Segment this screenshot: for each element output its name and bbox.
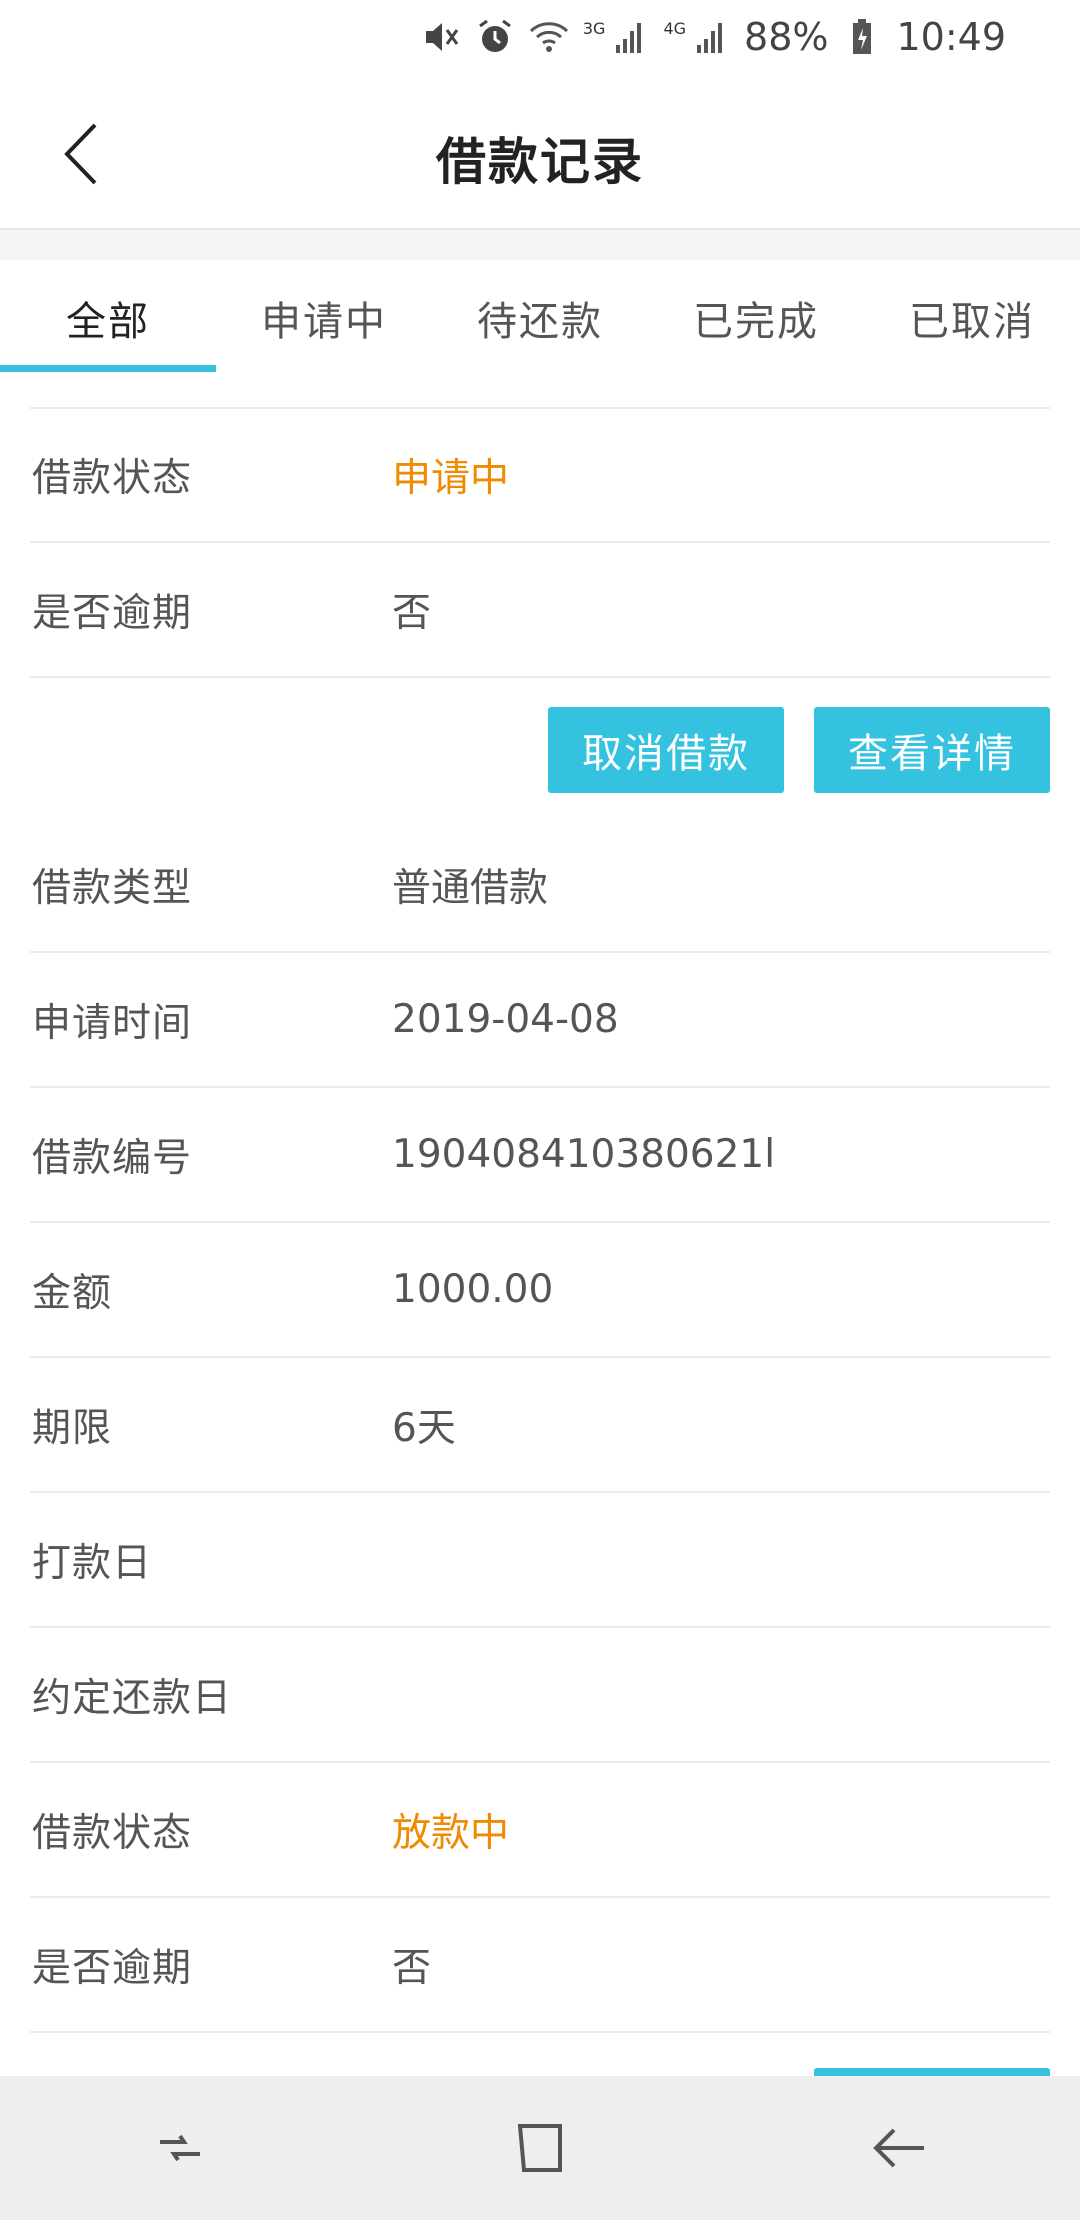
cancel-loan-button[interactable]: 取消借款	[548, 707, 784, 793]
page-title: 借款记录	[436, 133, 644, 191]
view-details-button[interactable]: 查看详情	[814, 707, 1050, 793]
network-3g-label: 3G	[582, 18, 606, 38]
loan-status-value: 放款中	[392, 1810, 510, 1856]
loan-record-list: 借款状态 申请中 是否逾期 否 取消借款 查看详情 借款类型 普通借款 申请时间…	[0, 408, 1080, 2033]
due-day-row: 约定还款日	[30, 1628, 1050, 1763]
tab-completed[interactable]: 已完成	[648, 260, 864, 376]
loan-number-row: 借款编号 190408410380621l	[30, 1088, 1050, 1223]
signal-3g-icon	[609, 17, 649, 57]
loan-status-row: 借款状态 放款中	[30, 1763, 1050, 1898]
loan-status-row: 借款状态 申请中	[30, 408, 1050, 543]
app-header: 借款记录	[0, 74, 1080, 230]
home-button[interactable]	[505, 2113, 575, 2183]
header-separator	[0, 230, 1080, 260]
home-icon	[517, 2124, 562, 2172]
overdue-value: 否	[392, 1945, 432, 1991]
term-label: 期限	[32, 1405, 113, 1451]
tab-cancelled[interactable]: 已取消	[864, 260, 1080, 376]
back-icon	[873, 2128, 924, 2168]
loan-status-label: 借款状态	[32, 1810, 193, 1856]
apply-time-value: 2019-04-08	[392, 997, 619, 1042]
term-row: 期限 6天	[30, 1358, 1050, 1493]
recent-apps-icon	[160, 2134, 200, 2162]
loan-status-value: 申请中	[392, 455, 510, 501]
record-actions: 取消借款 查看详情	[30, 678, 1050, 818]
apply-time-row: 申请时间 2019-04-08	[30, 953, 1050, 1088]
network-4g-label: 4G	[663, 18, 687, 38]
payment-day-label: 打款日	[32, 1540, 153, 1586]
apply-time-label: 申请时间	[32, 1000, 193, 1046]
due-day-label: 约定还款日	[32, 1675, 233, 1721]
overdue-row: 是否逾期 否	[30, 1898, 1050, 2033]
amount-row: 金额 1000.00	[30, 1223, 1050, 1358]
loan-number-value: 190408410380621l	[392, 1132, 776, 1177]
loan-status-label: 借款状态	[32, 455, 193, 501]
recent-apps-button[interactable]	[145, 2113, 215, 2183]
system-nav-bar	[0, 2076, 1080, 2220]
signal-4g-icon	[690, 17, 730, 57]
clock-time: 10:49	[896, 15, 1006, 59]
loan-type-row: 借款类型 普通借款	[30, 818, 1050, 953]
loan-type-label: 借款类型	[32, 865, 193, 911]
battery-percent: 88%	[744, 15, 829, 59]
tab-pending-repayment[interactable]: 待还款	[432, 260, 648, 376]
amount-label: 金额	[32, 1270, 113, 1316]
term-value: 6天	[392, 1405, 456, 1451]
payment-day-row: 打款日	[30, 1493, 1050, 1628]
overdue-row: 是否逾期 否	[30, 543, 1050, 678]
overdue-label: 是否逾期	[32, 1945, 193, 1991]
mute-icon	[421, 17, 461, 57]
loan-type-value: 普通借款	[392, 865, 549, 911]
wifi-icon	[529, 17, 569, 57]
alarm-icon	[475, 17, 515, 57]
system-back-button[interactable]	[865, 2113, 935, 2183]
overdue-label: 是否逾期	[32, 590, 193, 636]
battery-charging-icon	[842, 17, 882, 57]
tab-all[interactable]: 全部	[0, 260, 216, 376]
amount-value: 1000.00	[392, 1267, 554, 1312]
status-bar: 3G 4G 88% 10:49	[0, 0, 1080, 74]
loan-number-label: 借款编号	[32, 1135, 193, 1181]
overdue-value: 否	[392, 590, 432, 636]
status-tabs: 全部 申请中 待还款 已完成 已取消	[0, 260, 1080, 376]
tab-applying[interactable]: 申请中	[216, 260, 432, 376]
